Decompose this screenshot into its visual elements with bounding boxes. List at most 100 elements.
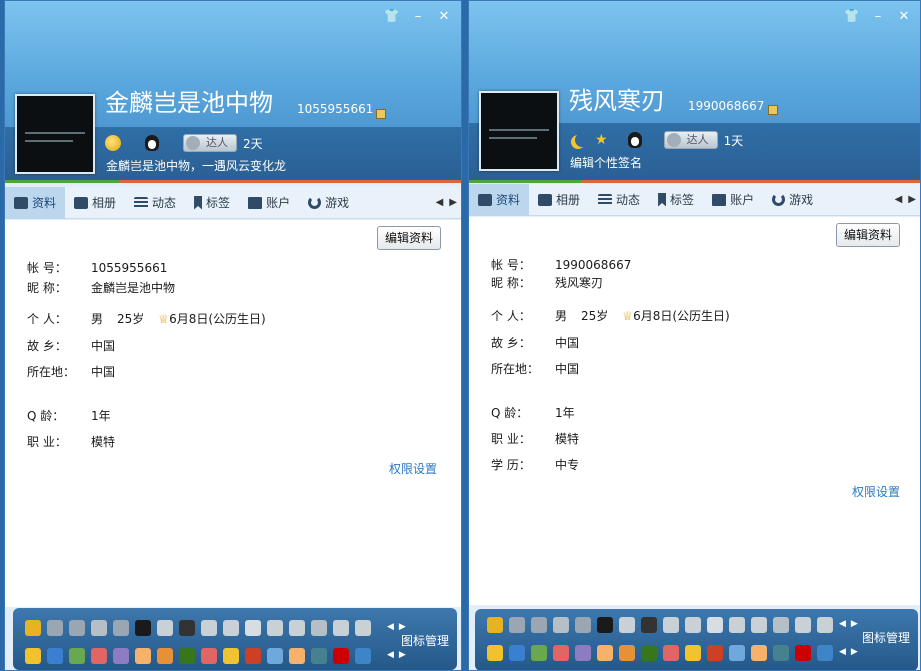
service-icon[interactable]: [795, 617, 811, 633]
app-icon[interactable]: [641, 645, 657, 661]
row-next-icon[interactable]: ▶: [851, 619, 858, 629]
row-prev-icon[interactable]: ◀: [839, 619, 846, 629]
service-icon[interactable]: [333, 620, 349, 636]
tab-tags[interactable]: 标签: [649, 184, 703, 216]
tab-next-icon[interactable]: ▶: [449, 197, 457, 208]
tab-account[interactable]: 账户: [703, 184, 763, 216]
service-icon[interactable]: [487, 617, 503, 633]
app-icon[interactable]: [267, 648, 283, 664]
edit-pen-icon[interactable]: [768, 105, 778, 115]
app-icon[interactable]: [223, 648, 239, 664]
tab-prev-icon[interactable]: ◀: [436, 197, 444, 208]
service-icon[interactable]: [223, 620, 239, 636]
service-icon[interactable]: [817, 617, 833, 633]
permission-settings-link[interactable]: 权限设置: [852, 483, 900, 500]
service-icon[interactable]: [245, 620, 261, 636]
signature[interactable]: 编辑个性签名: [570, 156, 642, 170]
app-icon[interactable]: [619, 645, 635, 661]
skin-shirt-icon[interactable]: 👕: [383, 9, 401, 25]
minimize-icon[interactable]: –: [869, 9, 887, 25]
tab-album[interactable]: 相册: [65, 187, 125, 219]
service-icon[interactable]: [619, 617, 635, 633]
tab-album[interactable]: 相册: [529, 184, 589, 216]
penguin-icon[interactable]: [145, 135, 159, 151]
app-icon[interactable]: [817, 645, 833, 661]
tab-feed[interactable]: 动态: [125, 187, 185, 219]
app-icon[interactable]: [245, 648, 261, 664]
service-icon[interactable]: [157, 620, 173, 636]
app-icon[interactable]: [135, 648, 151, 664]
service-icon[interactable]: [355, 620, 371, 636]
service-icon[interactable]: [289, 620, 305, 636]
close-icon[interactable]: ✕: [895, 9, 913, 25]
service-icon[interactable]: [201, 620, 217, 636]
tab-account[interactable]: 账户: [239, 187, 299, 219]
tab-next-icon[interactable]: ▶: [908, 194, 916, 205]
service-icon[interactable]: [707, 617, 723, 633]
service-icon[interactable]: [685, 617, 701, 633]
app-icon[interactable]: [201, 648, 217, 664]
service-icon[interactable]: [91, 620, 107, 636]
service-icon[interactable]: [113, 620, 129, 636]
service-icon[interactable]: [267, 620, 283, 636]
edit-profile-button[interactable]: 编辑资料: [835, 223, 900, 247]
tab-tags[interactable]: 标签: [185, 187, 239, 219]
app-icon[interactable]: [333, 648, 349, 664]
service-icon[interactable]: [773, 617, 789, 633]
service-icon[interactable]: [69, 620, 85, 636]
app-icon[interactable]: [597, 645, 613, 661]
service-icon[interactable]: [135, 620, 151, 636]
app-icon[interactable]: [795, 645, 811, 661]
minimize-icon[interactable]: –: [409, 9, 427, 25]
row-next-icon[interactable]: ▶: [399, 650, 406, 660]
app-icon[interactable]: [707, 645, 723, 661]
smile-icon[interactable]: [105, 135, 121, 151]
app-icon[interactable]: [509, 645, 525, 661]
app-icon[interactable]: [553, 645, 569, 661]
app-icon[interactable]: [355, 648, 371, 664]
service-icon[interactable]: [47, 620, 63, 636]
app-icon[interactable]: [751, 645, 767, 661]
permission-settings-link[interactable]: 权限设置: [389, 460, 437, 477]
service-icon[interactable]: [597, 617, 613, 633]
tab-profile[interactable]: 资料: [469, 183, 530, 216]
skin-shirt-icon[interactable]: 👕: [843, 9, 861, 25]
app-icon[interactable]: [179, 648, 195, 664]
app-icon[interactable]: [113, 648, 129, 664]
app-icon[interactable]: [663, 645, 679, 661]
service-icon[interactable]: [25, 620, 41, 636]
talent-badge[interactable]: 达人: [663, 131, 718, 149]
app-icon[interactable]: [91, 648, 107, 664]
close-icon[interactable]: ✕: [435, 9, 453, 25]
app-icon[interactable]: [311, 648, 327, 664]
service-icon[interactable]: [553, 617, 569, 633]
app-icon[interactable]: [685, 645, 701, 661]
tab-prev-icon[interactable]: ◀: [895, 194, 903, 205]
talent-badge[interactable]: 达人: [183, 134, 237, 152]
icon-manage-button[interactable]: 图标管理: [862, 629, 910, 646]
avatar[interactable]: [15, 94, 95, 174]
app-icon[interactable]: [487, 645, 503, 661]
avatar[interactable]: [479, 91, 559, 171]
app-icon[interactable]: [289, 648, 305, 664]
row-prev-icon[interactable]: ◀: [387, 622, 394, 632]
app-icon[interactable]: [575, 645, 591, 661]
service-icon[interactable]: [751, 617, 767, 633]
service-icon[interactable]: [311, 620, 327, 636]
icon-manage-button[interactable]: 图标管理: [401, 632, 449, 649]
moon-icon[interactable]: [575, 133, 589, 147]
service-icon[interactable]: [663, 617, 679, 633]
row-next-icon[interactable]: ▶: [399, 622, 406, 632]
tab-feed[interactable]: 动态: [589, 184, 649, 216]
service-icon[interactable]: [575, 617, 591, 633]
signature[interactable]: 金麟岂是池中物，一遇风云变化龙: [106, 159, 286, 173]
app-icon[interactable]: [25, 648, 41, 664]
penguin-icon[interactable]: [627, 132, 642, 148]
app-icon[interactable]: [773, 645, 789, 661]
tab-game[interactable]: 游戏: [299, 187, 358, 219]
app-icon[interactable]: [531, 645, 547, 661]
service-icon[interactable]: [729, 617, 745, 633]
app-icon[interactable]: [729, 645, 745, 661]
service-icon[interactable]: [509, 617, 525, 633]
row-prev-icon[interactable]: ◀: [387, 650, 394, 660]
